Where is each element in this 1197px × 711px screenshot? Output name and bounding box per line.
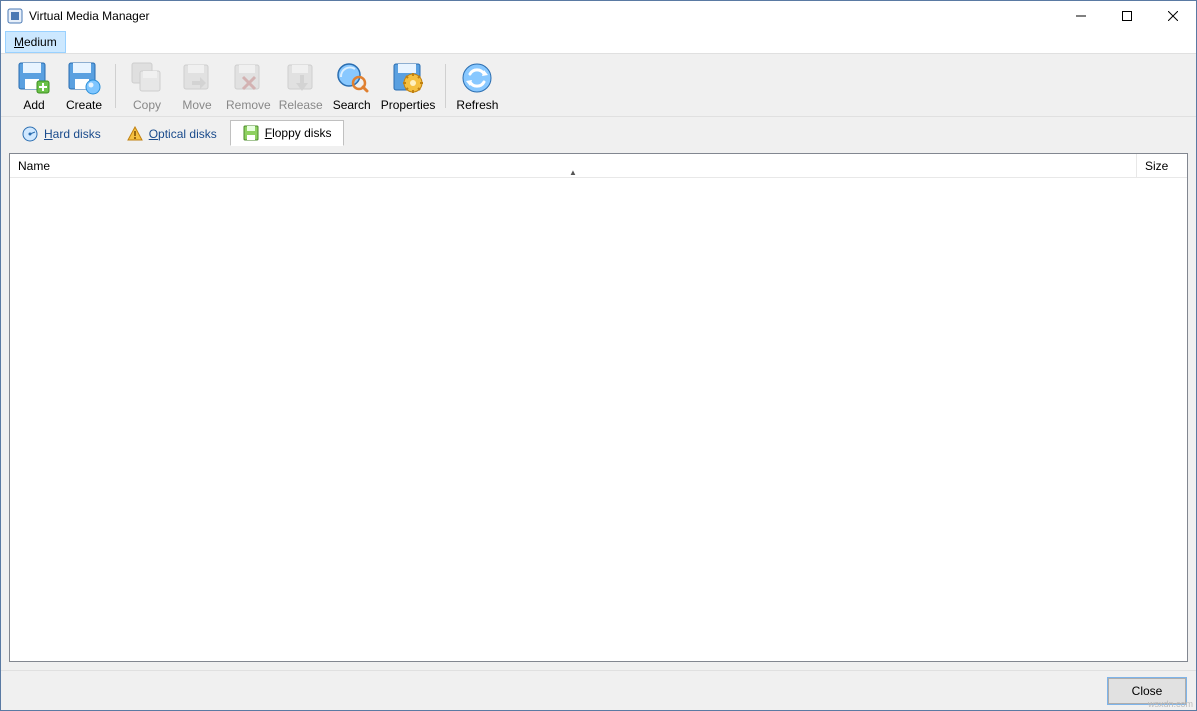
refresh-icon [459,60,495,96]
toolbar: Add Create [1,53,1196,117]
floppy-move-icon [179,60,215,96]
menubar: Medium [1,31,1196,53]
listview-header: Name ▲ Size [10,154,1187,178]
content-area: Name ▲ Size [1,145,1196,670]
copy-button: Copy [122,58,172,114]
move-label: Move [182,98,211,112]
maximize-button[interactable] [1104,1,1150,31]
tab-label: Optical disks [149,127,217,141]
tab-label: Hard disks [44,127,101,141]
create-button[interactable]: Create [59,58,109,114]
menu-label-prefix: M [14,35,24,49]
add-label: Add [23,98,44,112]
column-name[interactable]: Name ▲ [10,154,1137,178]
menu-medium[interactable]: Medium [5,31,66,53]
warning-icon [127,126,143,142]
minimize-button[interactable] [1058,1,1104,31]
copy-label: Copy [133,98,161,112]
floppy-add-icon [16,60,52,96]
create-label: Create [66,98,102,112]
listview-body [10,178,1187,661]
toolbar-separator [115,64,116,108]
refresh-label: Refresh [456,98,498,112]
hard-disk-icon [22,126,38,142]
floppy-remove-icon [230,60,266,96]
window-title: Virtual Media Manager [29,9,150,23]
properties-label: Properties [381,98,436,112]
search-button[interactable]: Search [327,58,377,114]
close-window-button[interactable] [1150,1,1196,31]
window: Virtual Media Manager Medium [0,0,1197,711]
floppy-create-icon [66,60,102,96]
floppy-copy-icon [129,60,165,96]
titlebar: Virtual Media Manager [1,1,1196,31]
remove-button: Remove [222,58,275,114]
floppy-release-icon [283,60,319,96]
sort-indicator-icon: ▲ [569,168,577,177]
tab-row: Hard disks Optical disks Floppy disks [1,117,1196,145]
properties-icon [390,60,426,96]
column-name-label: Name [18,159,50,173]
tab-hard-disks[interactable]: Hard disks [9,121,114,146]
footer: Close [1,670,1196,710]
close-label: Close [1132,684,1163,698]
media-listview[interactable]: Name ▲ Size [9,153,1188,662]
app-icon [7,8,23,24]
search-icon [334,60,370,96]
toolbar-separator [445,64,446,108]
tab-optical-disks[interactable]: Optical disks [114,121,230,146]
release-label: Release [279,98,323,112]
column-size[interactable]: Size [1137,154,1187,178]
remove-label: Remove [226,98,271,112]
tab-floppy-disks[interactable]: Floppy disks [230,120,345,146]
search-label: Search [333,98,371,112]
add-button[interactable]: Add [9,58,59,114]
watermark: wsxdn.com [1148,699,1193,709]
menu-label-rest: edium [24,35,57,49]
floppy-icon [243,125,259,141]
tab-label: Floppy disks [265,126,332,140]
column-size-label: Size [1145,159,1168,173]
move-button: Move [172,58,222,114]
refresh-button[interactable]: Refresh [452,58,502,114]
properties-button[interactable]: Properties [377,58,440,114]
release-button: Release [275,58,327,114]
window-controls [1058,1,1196,31]
